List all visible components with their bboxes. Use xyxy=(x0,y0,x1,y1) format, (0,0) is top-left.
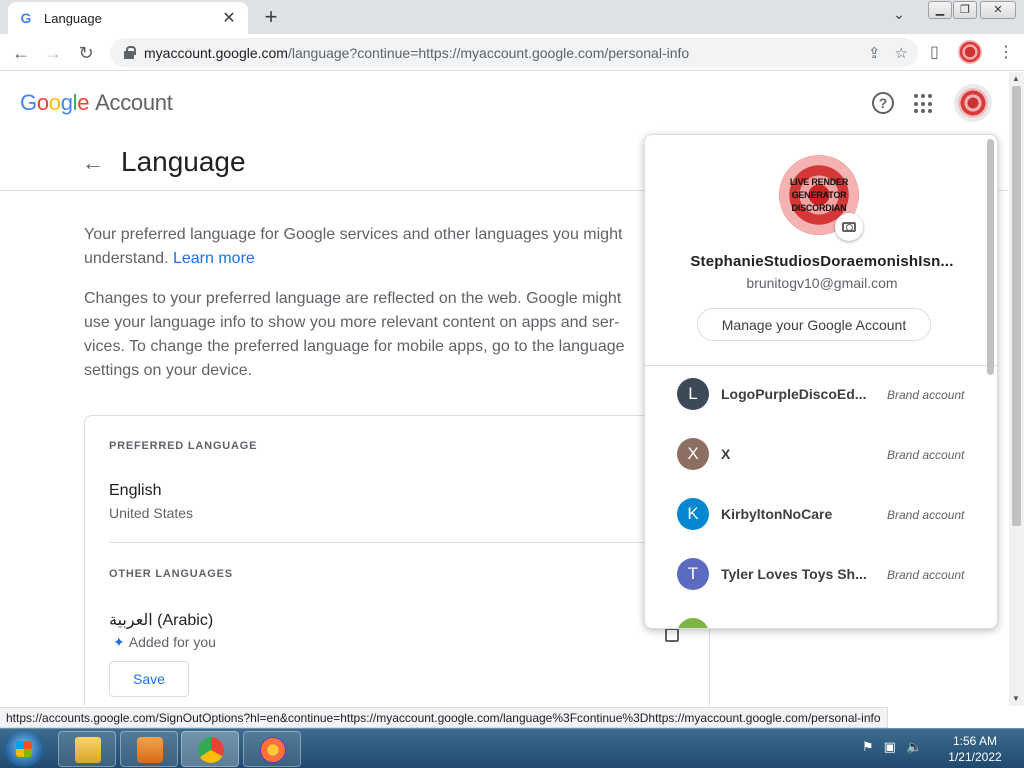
manage-account-button[interactable]: Manage your Google Account xyxy=(697,308,931,341)
save-button[interactable]: Save xyxy=(109,661,189,697)
other-languages-label: OTHER LANGUAGES xyxy=(109,568,233,580)
tab-search-chevron-icon[interactable]: ⌄ xyxy=(893,6,905,23)
clock-time: 1:56 AM xyxy=(952,734,998,748)
change-photo-camera-icon[interactable] xyxy=(835,213,863,241)
sparkle-icon: ✦ xyxy=(113,634,125,650)
side-panel-icon[interactable]: ▯ xyxy=(930,42,939,62)
back-arrow-icon[interactable]: ← xyxy=(82,150,104,176)
taskbar-firefox[interactable] xyxy=(243,731,301,767)
changes-text: Changes to your preferred language are r… xyxy=(84,290,625,379)
brand-account-tag: Brand account xyxy=(887,508,965,522)
new-tab-button[interactable]: + xyxy=(258,4,284,30)
start-button[interactable] xyxy=(4,731,44,767)
account-row-partial[interactable] xyxy=(645,605,985,628)
url-text[interactable]: myaccount.google.com/language?continue=h… xyxy=(144,45,868,61)
link-status-bar: https://accounts.google.com/SignOutOptio… xyxy=(0,707,888,728)
brand-account-tag: Brand account xyxy=(887,568,965,582)
account-avatar-button[interactable] xyxy=(954,84,992,122)
bookmark-star-icon[interactable]: ☆ xyxy=(895,44,908,62)
action-center-flag-icon[interactable]: ⚑ xyxy=(862,739,874,755)
page-title: Language xyxy=(121,146,246,177)
taskbar-chrome[interactable] xyxy=(181,731,239,767)
scroll-down-icon[interactable]: ▼ xyxy=(1012,694,1020,703)
tab-title: Language xyxy=(44,10,102,26)
account-initial-avatar: K xyxy=(677,498,709,530)
account-row[interactable]: K KirbyltonNoCare Brand account xyxy=(645,485,985,545)
account-row[interactable]: X X Brand account xyxy=(645,425,985,485)
account-row-name: LogoPurpleDiscoEd... xyxy=(721,386,866,402)
account-initial-avatar xyxy=(677,618,709,628)
account-row-name: X xyxy=(721,446,731,462)
network-icon[interactable]: ▣ xyxy=(884,739,896,755)
preferred-language-label: PREFERRED LANGUAGE xyxy=(109,440,258,452)
tab-strip: G Language ✕ + ⌄ ▁ ❐ ✕ xyxy=(0,0,1024,34)
reload-icon[interactable]: ↻ xyxy=(75,42,97,64)
account-row-name: Tyler Loves Toys Sh... xyxy=(721,566,866,582)
forward-icon[interactable]: → xyxy=(42,42,64,64)
taskbar-clock[interactable]: 1:56 AM 1/21/2022 xyxy=(940,733,1010,765)
account-initial-avatar: X xyxy=(677,438,709,470)
added-for-you-note: ✦ Added for you xyxy=(113,634,216,650)
lock-icon[interactable] xyxy=(122,45,136,60)
google-apps-icon[interactable] xyxy=(914,94,934,114)
system-tray: ⚑ ▣ 🔈 xyxy=(862,739,922,755)
back-icon[interactable]: ← xyxy=(10,42,32,64)
google-favicon-icon: G xyxy=(20,10,32,26)
account-initial-avatar: L xyxy=(677,378,709,410)
edit-icon[interactable] xyxy=(665,628,679,642)
account-row-name: KirbyltonNoCare xyxy=(721,506,833,522)
close-window-button[interactable]: ✕ xyxy=(980,1,1016,19)
account-switcher-popup: LIVE RENDER GENERATOR DISCORDIAN Stephan… xyxy=(644,134,998,629)
intro-text: Your preferred language for Google servi… xyxy=(84,226,623,267)
account-name: StephanieStudiosDoraemonishIsn... xyxy=(690,253,954,270)
taskbar-media-player[interactable] xyxy=(120,731,178,767)
google-account-header: Google Account ? xyxy=(0,72,1008,136)
clock-date: 1/21/2022 xyxy=(948,750,1002,764)
browser-toolbar: ← → ↻ myaccount.google.com/language?cont… xyxy=(0,34,1024,71)
share-icon[interactable]: ⇪ xyxy=(868,44,881,62)
media-player-icon xyxy=(137,737,163,763)
account-row[interactable]: T Tyler Loves Toys Sh... Brand account xyxy=(645,545,985,605)
address-bar[interactable]: myaccount.google.com/language?continue=h… xyxy=(110,38,918,67)
firefox-icon xyxy=(260,737,286,763)
card-divider xyxy=(109,542,711,543)
profile-avatar-icon[interactable] xyxy=(958,40,982,64)
brand-account-tag: Brand account xyxy=(887,388,965,402)
volume-icon[interactable]: 🔈 xyxy=(906,739,922,755)
learn-more-link[interactable]: Learn more xyxy=(173,250,255,267)
page-scrollbar[interactable]: ▲ ▼ xyxy=(1009,72,1024,706)
preferred-language-name[interactable]: English xyxy=(109,482,161,500)
folder-icon xyxy=(75,737,101,763)
other-language-name[interactable]: العربية (Arabic) xyxy=(109,610,213,630)
account-email: brunitogv10@gmail.com xyxy=(746,275,898,291)
google-account-logo[interactable]: Google Account xyxy=(20,90,173,116)
restore-button[interactable]: ❐ xyxy=(953,1,977,19)
minimize-button[interactable]: ▁ xyxy=(928,1,952,19)
account-row[interactable]: L LogoPurpleDiscoEd... Brand account xyxy=(645,365,985,425)
scroll-up-icon[interactable]: ▲ xyxy=(1012,74,1020,83)
chrome-icon xyxy=(198,737,224,763)
avatar xyxy=(958,88,988,118)
account-initial-avatar: T xyxy=(677,558,709,590)
popup-scrollbar[interactable] xyxy=(987,139,994,375)
brand-account-tag: Brand account xyxy=(887,448,965,462)
taskbar-explorer[interactable] xyxy=(58,731,116,767)
language-card: PREFERRED LANGUAGE English United States… xyxy=(84,415,711,706)
menu-kebab-icon[interactable]: ⋮ xyxy=(998,42,1014,62)
windows-taskbar: ⚑ ▣ 🔈 1:56 AM 1/21/2022 xyxy=(0,728,1024,768)
tab-language[interactable]: G Language ✕ xyxy=(8,2,248,34)
scroll-thumb[interactable] xyxy=(1012,86,1021,526)
preferred-language-region: United States xyxy=(109,505,194,521)
tab-close-icon[interactable]: ✕ xyxy=(220,8,238,28)
help-icon[interactable]: ? xyxy=(872,92,894,114)
